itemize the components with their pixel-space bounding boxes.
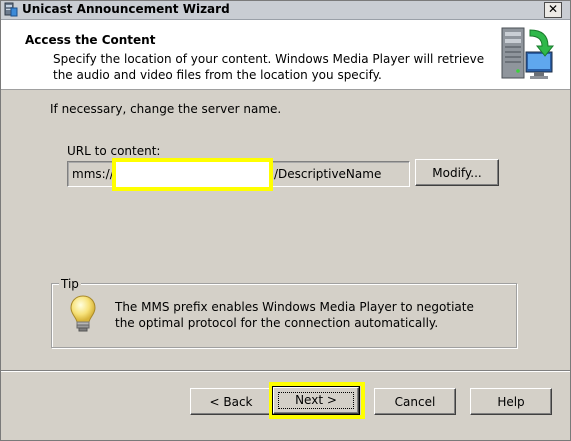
title-bar[interactable]: Unicast Announcement Wizard ✕ [1, 1, 570, 20]
modify-button[interactable]: Modify... [415, 159, 499, 186]
cancel-button-label: Cancel [394, 395, 436, 409]
help-button[interactable]: Help [470, 388, 552, 415]
page-title: Access the Content [25, 33, 156, 47]
url-label: URL to content: [67, 144, 161, 158]
wizard-header: Access the Content Specify the location … [1, 20, 570, 90]
server-hint-text: If necessary, change the server name. [50, 102, 282, 116]
modify-button-label: Modify... [432, 166, 482, 180]
back-button-label: < Back [209, 395, 253, 409]
back-button[interactable]: < Back [190, 388, 272, 415]
focus-rect [278, 392, 354, 409]
next-button[interactable]: Next > [272, 386, 360, 415]
page-description: Specify the location of your content. Wi… [53, 52, 485, 82]
url-prefix: mms:// [72, 167, 114, 181]
help-button-label: Help [497, 395, 525, 409]
server-name-input[interactable] [112, 158, 273, 191]
lightbulb-icon [69, 294, 97, 334]
cancel-button[interactable]: Cancel [374, 388, 456, 415]
wizard-app-icon [4, 2, 18, 17]
button-separator [1, 370, 570, 372]
server-download-icon [496, 24, 558, 86]
close-icon: ✕ [547, 2, 559, 16]
url-suffix: /DescriptiveName [274, 167, 382, 181]
tip-legend: Tip [59, 277, 81, 291]
window-title: Unicast Announcement Wizard [22, 2, 230, 16]
close-button[interactable]: ✕ [544, 2, 562, 18]
wizard-window: Unicast Announcement Wizard ✕ Access the… [0, 0, 571, 441]
tip-text: The MMS prefix enables Windows Media Pla… [115, 300, 474, 330]
